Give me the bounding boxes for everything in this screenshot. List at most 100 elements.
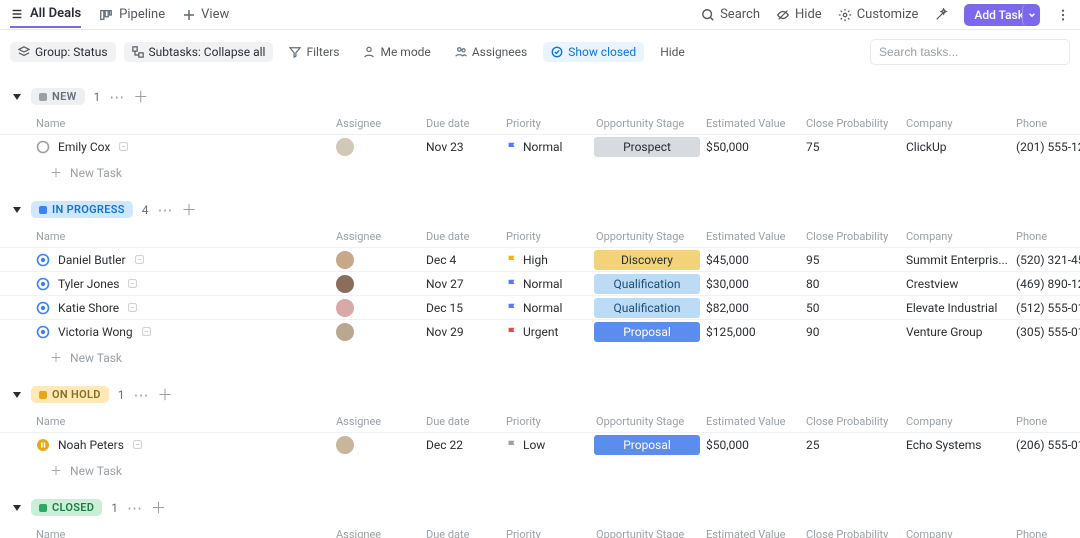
collapse-icon[interactable] <box>12 390 22 400</box>
company-cell[interactable]: Echo Systems <box>902 438 1012 452</box>
stage-cell[interactable]: Proposal <box>592 435 702 455</box>
phone-cell[interactable]: (201) 555-1234 <box>1012 140 1080 154</box>
col-estimated[interactable]: Estimated Value <box>702 230 802 243</box>
status-chip[interactable]: IN PROGRESS <box>31 201 133 218</box>
priority-cell[interactable]: Low <box>502 438 592 452</box>
estimated-cell[interactable]: $125,000 <box>702 325 802 339</box>
status-icon[interactable] <box>36 277 50 291</box>
task-name[interactable]: Noah Peters <box>58 438 124 452</box>
col-name[interactable]: Name <box>32 117 332 130</box>
task-name[interactable]: Emily Cox <box>58 140 110 154</box>
customize-button[interactable]: Customize <box>838 7 919 22</box>
status-icon[interactable] <box>36 301 50 315</box>
col-estimated[interactable]: Estimated Value <box>702 415 802 428</box>
row-more-icon[interactable] <box>127 302 138 313</box>
close-prprob-cell[interactable]: 90 <box>802 325 902 339</box>
due-cell[interactable]: Dec 15 <box>422 301 502 315</box>
magic-icon[interactable] <box>934 8 948 22</box>
table-row[interactable]: Tyler Jones Nov 27 Normal Qualification … <box>0 271 1080 295</box>
stage-cell[interactable]: Qualification <box>592 274 702 294</box>
col-estimated[interactable]: Estimated Value <box>702 528 802 538</box>
close-prprob-cell[interactable]: 50 <box>802 301 902 315</box>
col-close-prob[interactable]: Close Probability <box>802 117 902 130</box>
search-input[interactable] <box>870 39 1070 65</box>
stage-cell[interactable]: Qualification <box>592 298 702 318</box>
col-company[interactable]: Company <box>902 117 1012 130</box>
col-stage[interactable]: Opportunity Stage <box>592 117 702 130</box>
col-priority[interactable]: Priority <box>502 415 592 428</box>
show-closed-pill[interactable]: Show closed <box>543 42 644 62</box>
group-add-icon[interactable]: ＋ <box>181 199 196 220</box>
assignee-cell[interactable] <box>332 138 422 156</box>
group-by-pill[interactable]: Group: Status <box>10 42 116 62</box>
status-chip[interactable]: NEW <box>31 88 85 105</box>
due-cell[interactable]: Nov 23 <box>422 140 502 154</box>
search-button[interactable]: Search <box>701 7 760 22</box>
group-more-icon[interactable]: ⋯ <box>133 386 148 404</box>
table-row[interactable]: Katie Shore Dec 15 Normal Qualification … <box>0 295 1080 319</box>
hide-button[interactable]: Hide <box>776 7 822 22</box>
task-name[interactable]: Victoria Wong <box>58 325 133 339</box>
estimated-cell[interactable]: $82,000 <box>702 301 802 315</box>
stage-cell[interactable]: Prospect <box>592 137 702 157</box>
subtasks-pill[interactable]: Subtasks: Collapse all <box>124 42 274 62</box>
phone-cell[interactable]: (469) 890-1234 <box>1012 277 1080 291</box>
col-phone[interactable]: Phone <box>1012 415 1080 428</box>
priority-cell[interactable]: Urgent <box>502 325 592 339</box>
col-due[interactable]: Due date <box>422 230 502 243</box>
row-more-icon[interactable] <box>127 278 138 289</box>
tab-all-deals[interactable]: All Deals <box>10 2 81 28</box>
col-company[interactable]: Company <box>902 415 1012 428</box>
due-cell[interactable]: Nov 27 <box>422 277 502 291</box>
col-priority[interactable]: Priority <box>502 528 592 538</box>
col-stage[interactable]: Opportunity Stage <box>592 230 702 243</box>
priority-cell[interactable]: Normal <box>502 140 592 154</box>
col-close-prob[interactable]: Close Probability <box>802 528 902 538</box>
col-priority[interactable]: Priority <box>502 117 592 130</box>
tab-pipeline[interactable]: Pipeline <box>99 3 165 26</box>
col-assignee[interactable]: Assignee <box>332 528 422 538</box>
company-cell[interactable]: Venture Group <box>902 325 1012 339</box>
col-company[interactable]: Company <box>902 528 1012 538</box>
assignee-cell[interactable] <box>332 436 422 454</box>
phone-cell[interactable]: (512) 555-0145 <box>1012 301 1080 315</box>
col-priority[interactable]: Priority <box>502 230 592 243</box>
close-prprob-cell[interactable]: 25 <box>802 438 902 452</box>
status-chip[interactable]: ON HOLD <box>31 386 109 403</box>
col-due[interactable]: Due date <box>422 117 502 130</box>
col-assignee[interactable]: Assignee <box>332 415 422 428</box>
estimated-cell[interactable]: $30,000 <box>702 277 802 291</box>
table-row[interactable]: Victoria Wong Nov 29 Urgent Proposal $12… <box>0 319 1080 343</box>
status-icon[interactable] <box>36 325 50 339</box>
add-task-dropdown[interactable] <box>1022 4 1040 26</box>
row-more-icon[interactable] <box>141 326 152 337</box>
row-more-icon[interactable] <box>134 254 145 265</box>
company-cell[interactable]: Summit Enterpris... <box>902 253 1012 267</box>
group-add-icon[interactable]: ＋ <box>133 86 148 107</box>
col-assignee[interactable]: Assignee <box>332 117 422 130</box>
table-row[interactable]: Noah Peters Dec 22 Low Proposal $50,000 … <box>0 432 1080 456</box>
close-prprob-cell[interactable]: 80 <box>802 277 902 291</box>
task-name[interactable]: Daniel Butler <box>58 253 126 267</box>
priority-cell[interactable]: Normal <box>502 277 592 291</box>
company-cell[interactable]: ClickUp <box>902 140 1012 154</box>
col-phone[interactable]: Phone <box>1012 230 1080 243</box>
new-task-button[interactable]: ＋ New Task <box>0 158 1080 187</box>
group-add-icon[interactable]: ＋ <box>157 384 172 405</box>
estimated-cell[interactable]: $45,000 <box>702 253 802 267</box>
estimated-cell[interactable]: $50,000 <box>702 438 802 452</box>
table-row[interactable]: Emily Cox Nov 23 Normal Prospect $50,000… <box>0 134 1080 158</box>
row-more-icon[interactable] <box>132 439 143 450</box>
row-more-icon[interactable] <box>118 141 129 152</box>
group-more-icon[interactable]: ⋯ <box>127 499 142 517</box>
filters-pill[interactable]: Filters <box>281 42 347 62</box>
new-task-button[interactable]: ＋ New Task <box>0 343 1080 372</box>
due-cell[interactable]: Dec 22 <box>422 438 502 452</box>
table-row[interactable]: Daniel Butler Dec 4 High Discovery $45,0… <box>0 247 1080 271</box>
col-name[interactable]: Name <box>32 528 332 538</box>
col-name[interactable]: Name <box>32 230 332 243</box>
hide-columns-pill[interactable]: Hide <box>652 42 693 62</box>
status-icon[interactable] <box>36 253 50 267</box>
assignees-pill[interactable]: Assignees <box>447 42 535 62</box>
assignee-cell[interactable] <box>332 251 422 269</box>
